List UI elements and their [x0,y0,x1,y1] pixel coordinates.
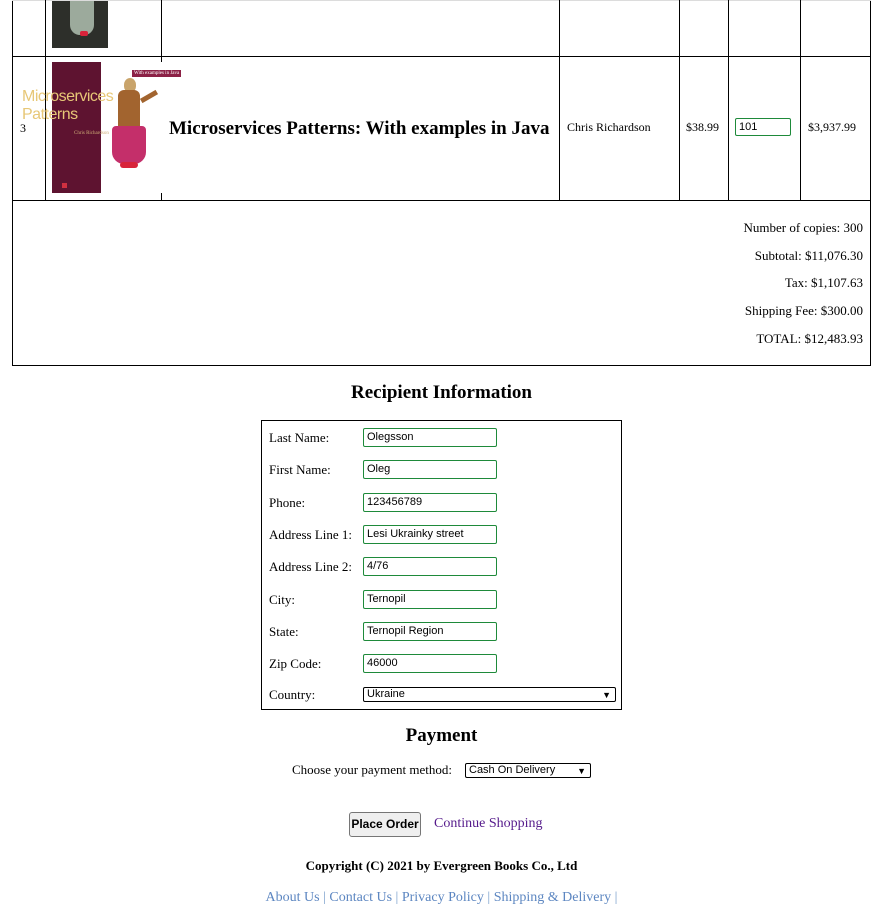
shipping-delivery-link[interactable]: Shipping & Delivery [494,890,611,905]
cover-tagline: With examples in Java [132,70,182,77]
contact-us-link[interactable]: Contact Us [329,890,392,905]
subtotal-value: Subtotal: $11,076.30 [754,248,863,263]
address-line1-label: Address Line 1: [269,527,353,542]
zip-code-label: Zip Code: [269,656,322,671]
payment-heading: Payment [405,725,478,746]
copies-count: Number of copies: 300 [743,220,863,235]
link-separator: | [614,890,618,905]
country-selected-value: Ukraine [367,688,405,700]
publisher-logo-icon [62,183,67,188]
total-value: TOTAL: $12,483.93 [756,331,863,346]
address-line2-field[interactable]: 4/76 [363,557,497,576]
last-name-label: Last Name: [269,430,330,445]
cover-figure-skirt [112,126,146,164]
city-field[interactable]: Ternopil [363,590,497,609]
state-label: State: [269,624,299,639]
copyright-text: Copyright (C) 2021 by Evergreen Books Co… [305,858,578,873]
quantity-input[interactable]: 101 [735,118,791,136]
column-divider [728,0,729,201]
address-line1-field[interactable]: Lesi Ukrainky street [363,525,497,544]
privacy-policy-link[interactable]: Privacy Policy [402,890,484,905]
footer-links: About Us | Contact Us | Privacy Policy |… [0,890,883,906]
payment-method-label: Choose your payment method: [292,762,452,777]
column-divider [800,0,801,201]
column-divider [679,0,680,201]
column-divider [559,0,560,201]
table-row-previous [12,0,871,57]
cover-figure-torso [118,90,140,130]
cover-figure-feet [80,31,88,36]
address-line2-label: Address Line 2: [269,559,353,574]
cover-illustration [112,78,159,173]
order-table: 3 Microservices Patterns Chris Richardso… [12,0,871,366]
place-order-button[interactable]: Place Order [349,812,421,837]
chevron-down-icon: ▼ [577,766,586,776]
country-select[interactable]: Ukraine ▼ [363,687,616,702]
book-author: Chris Richardson [567,120,651,134]
recipient-form: Last Name: Olegsson First Name: Oleg Pho… [261,420,622,710]
order-totals: Number of copies: 300 Subtotal: $11,076.… [12,200,871,366]
tax-value: Tax: $1,107.63 [784,275,863,290]
cover-figure [70,1,94,35]
chevron-down-icon: ▼ [602,690,611,700]
cover-figure-feet [120,162,138,168]
book-price: $38.99 [686,120,719,134]
item-subtotal: $3,937.99 [808,120,856,134]
cover-author: Chris Richardson [74,131,109,136]
continue-shopping-link[interactable]: Continue Shopping [434,816,543,832]
cover-title-line2: Patterns [22,106,78,123]
phone-label: Phone: [269,495,306,510]
book-cover-image-previous[interactable] [52,1,108,48]
link-separator: | [323,890,326,905]
last-name-field[interactable]: Olegsson [363,428,497,447]
shipping-fee-value: Shipping Fee: $300.00 [744,303,863,318]
about-us-link[interactable]: About Us [266,890,320,905]
payment-method-select[interactable]: Cash On Delivery ▼ [465,763,591,778]
phone-field[interactable]: 123456789 [363,493,497,512]
state-field[interactable]: Ternopil Region [363,622,497,641]
zip-code-field[interactable]: 46000 [363,654,497,673]
first-name-label: First Name: [269,462,331,477]
link-separator: | [487,890,491,905]
cover-title-line1: Microservices [22,88,114,105]
book-title-link[interactable]: Microservices Patterns: With examples in… [169,118,549,140]
payment-method-selected-value: Cash On Delivery [469,764,556,776]
first-name-field[interactable]: Oleg [363,460,497,479]
link-separator: | [395,890,399,905]
recipient-heading: Recipient Information [350,382,532,403]
cover-title: Microservices Patterns [22,88,114,124]
book-cover-image[interactable] [52,62,101,193]
city-label: City: [269,592,296,607]
country-label: Country: [269,687,316,702]
